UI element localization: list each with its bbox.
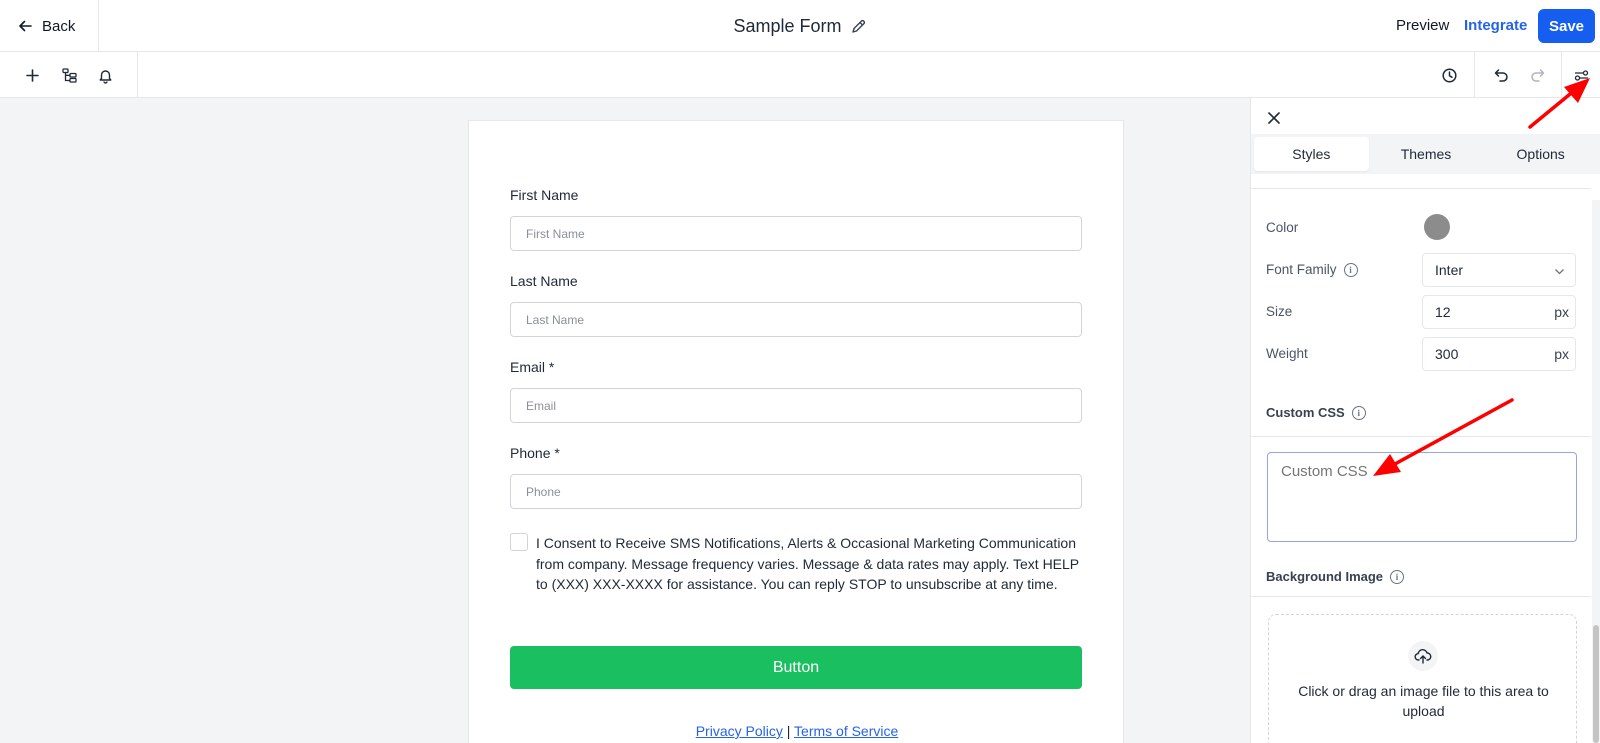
font-family-value: Inter bbox=[1435, 262, 1464, 278]
arrow-left-icon bbox=[19, 20, 32, 32]
last-name-label: Last Name bbox=[510, 273, 578, 289]
privacy-policy-link[interactable]: Privacy Policy bbox=[696, 723, 783, 739]
size-unit: px bbox=[1554, 304, 1569, 320]
weight-unit: px bbox=[1554, 346, 1569, 362]
weight-label-text: Weight bbox=[1266, 346, 1308, 361]
background-image-label-text: Background Image bbox=[1266, 569, 1384, 584]
bell-icon bbox=[99, 69, 111, 84]
tab-styles[interactable]: Styles bbox=[1254, 137, 1369, 171]
layout-button[interactable] bbox=[57, 63, 81, 87]
consent-checkbox[interactable] bbox=[510, 533, 528, 551]
back-button[interactable]: Back bbox=[0, 0, 99, 52]
color-swatch[interactable] bbox=[1424, 214, 1450, 240]
toolbar-divider bbox=[137, 52, 138, 98]
size-label: Size bbox=[1266, 304, 1292, 319]
info-icon[interactable]: i bbox=[1343, 262, 1358, 277]
plus-icon bbox=[25, 68, 39, 82]
chevron-down-icon bbox=[1555, 269, 1564, 275]
font-family-select[interactable]: Inter bbox=[1422, 253, 1576, 287]
redo-icon bbox=[1530, 68, 1544, 82]
save-button[interactable]: Save bbox=[1538, 9, 1595, 43]
tab-themes[interactable]: Themes bbox=[1369, 137, 1484, 171]
toolbar bbox=[0, 52, 1600, 98]
phone-label: Phone * bbox=[510, 445, 560, 461]
panel-divider bbox=[1251, 188, 1591, 189]
integrate-button[interactable]: Integrate bbox=[1464, 17, 1527, 34]
size-label-text: Size bbox=[1266, 304, 1293, 319]
tab-options[interactable]: Options bbox=[1483, 137, 1598, 171]
font-family-label-text: Font Family bbox=[1266, 262, 1337, 277]
preview-button[interactable]: Preview bbox=[1396, 17, 1449, 34]
custom-css-label-text: Custom CSS bbox=[1266, 405, 1345, 420]
close-icon bbox=[1268, 112, 1280, 124]
close-panel-button[interactable] bbox=[1264, 108, 1284, 128]
custom-css-label: Custom CSS i bbox=[1266, 405, 1366, 420]
top-bar: Back Sample Form Preview Integrate Save bbox=[0, 0, 1600, 52]
upload-instructions: Click or drag an image file to this area… bbox=[1298, 683, 1549, 719]
color-label-text: Color bbox=[1266, 220, 1299, 235]
email-label: Email * bbox=[510, 359, 555, 375]
link-separator: | bbox=[786, 723, 791, 739]
upload-cloud-icon bbox=[1408, 641, 1438, 671]
last-name-input[interactable] bbox=[510, 302, 1082, 337]
info-icon[interactable]: i bbox=[1390, 569, 1405, 584]
redo-button[interactable] bbox=[1525, 63, 1549, 87]
email-input[interactable] bbox=[510, 388, 1082, 423]
color-label: Color bbox=[1266, 220, 1298, 235]
size-value: 12 bbox=[1435, 304, 1451, 320]
phone-input[interactable] bbox=[510, 474, 1082, 509]
info-icon[interactable]: i bbox=[1351, 405, 1366, 420]
settings-sliders-icon bbox=[1574, 69, 1588, 81]
background-image-upload[interactable]: Click or drag an image file to this area… bbox=[1268, 614, 1577, 743]
first-name-input[interactable] bbox=[510, 216, 1082, 251]
panel-divider bbox=[1251, 596, 1591, 597]
add-element-button[interactable] bbox=[20, 63, 44, 87]
form-title[interactable]: Sample Form bbox=[733, 16, 841, 37]
weight-label: Weight bbox=[1266, 346, 1308, 361]
weight-value: 300 bbox=[1435, 346, 1459, 362]
form-canvas: First Name Last Name Email * Phone * I C… bbox=[468, 120, 1124, 743]
form-title-area: Sample Form bbox=[0, 0, 1600, 52]
background-image-label: Background Image i bbox=[1266, 569, 1405, 584]
consent-text: I Consent to Receive SMS Notifications, … bbox=[536, 535, 1079, 592]
custom-css-textarea[interactable] bbox=[1267, 452, 1577, 542]
weight-input[interactable]: 300 px bbox=[1422, 337, 1576, 371]
undo-icon bbox=[1494, 68, 1508, 82]
terms-of-service-link[interactable]: Terms of Service bbox=[794, 723, 898, 739]
footer-links: Privacy Policy | Terms of Service bbox=[469, 723, 1125, 739]
notifications-button[interactable] bbox=[93, 63, 117, 87]
panel-tabs: Styles Themes Options bbox=[1251, 134, 1600, 174]
toolbar-divider bbox=[1474, 52, 1475, 98]
scrollbar-thumb[interactable] bbox=[1593, 625, 1599, 743]
version-history-button[interactable] bbox=[1437, 63, 1461, 87]
panel-scrollbar[interactable] bbox=[1592, 200, 1600, 743]
back-label: Back bbox=[42, 17, 76, 35]
font-family-label: Font Family i bbox=[1266, 262, 1358, 277]
history-icon bbox=[1441, 67, 1457, 83]
settings-panel: Styles Themes Options Color Font Family … bbox=[1250, 98, 1600, 743]
toolbar-divider bbox=[1561, 52, 1562, 98]
undo-button[interactable] bbox=[1489, 63, 1513, 87]
first-name-label: First Name bbox=[510, 187, 579, 203]
settings-panel-button[interactable] bbox=[1569, 63, 1593, 87]
panel-divider bbox=[1251, 436, 1591, 437]
layout-icon bbox=[61, 67, 77, 83]
size-input[interactable]: 12 px bbox=[1422, 295, 1576, 329]
form-submit-button[interactable]: Button bbox=[510, 646, 1082, 689]
pencil-icon[interactable] bbox=[850, 18, 867, 35]
